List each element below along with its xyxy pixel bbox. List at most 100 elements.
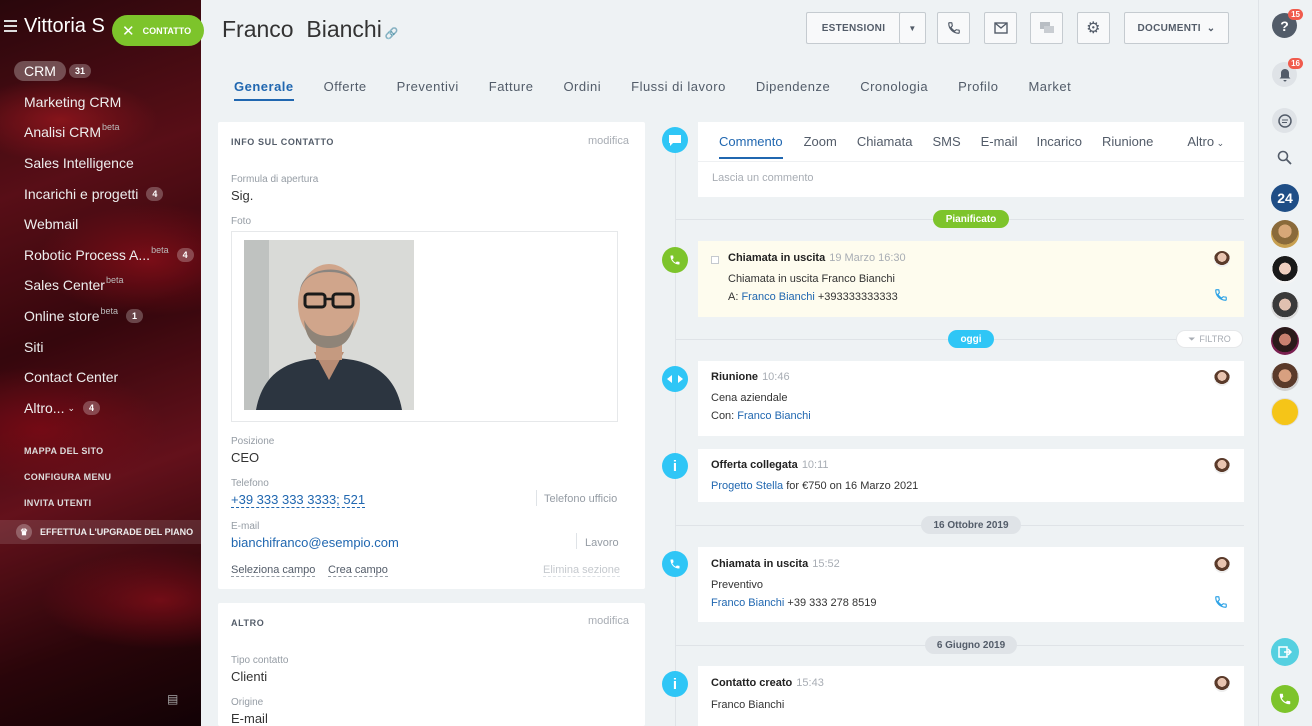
telephony-icon[interactable] (1271, 685, 1299, 713)
planned-call-subject[interactable]: Chiamata in uscita Franco Bianchi (728, 273, 895, 285)
composer-tab-email[interactable]: E-mail (981, 134, 1018, 159)
company-logo-icon[interactable]: 24 (1271, 184, 1299, 212)
contact-photo[interactable] (244, 240, 414, 410)
filter-button[interactable]: ⏷ FILTRO (1176, 330, 1243, 348)
sidebar-item-sales-center[interactable]: Sales Center beta (24, 275, 123, 293)
phone-value[interactable]: +39 333 333 3333; 521 (231, 492, 366, 508)
other-heading: ALTRO (231, 618, 265, 628)
tab-market[interactable]: Market (1028, 79, 1071, 101)
composer-tab-task[interactable]: Incarico (1036, 134, 1082, 159)
contact-created-card (698, 666, 1244, 726)
tab-preventivi[interactable]: Preventivi (397, 79, 459, 101)
comment-icon (662, 127, 688, 153)
portal-title[interactable]: Vittoria S (24, 15, 105, 38)
salutation-label: Formula di apertura (231, 174, 319, 185)
upgrade-plan-button[interactable]: ♛ EFFETTUA L'UPGRADE DEL PIANO (0, 520, 201, 544)
envelope-icon (993, 22, 1008, 34)
composer-tab-call[interactable]: Chiamata (857, 134, 913, 159)
sidebar-item-incarichi[interactable]: Incarichi e progetti 4 (24, 186, 164, 202)
search-icon[interactable] (1277, 150, 1292, 170)
composer-tab-more[interactable]: Altro ⌄ (1187, 134, 1224, 159)
sidebar-item-altro[interactable]: Altro... ⌄ 4 (24, 400, 101, 416)
tab-fatture[interactable]: Fatture (489, 79, 534, 101)
sidebar-item-rpa[interactable]: Robotic Process A... beta 4 (24, 245, 194, 263)
user-avatar[interactable] (1271, 256, 1299, 284)
bell-icon[interactable]: 16 (1272, 58, 1303, 87)
chevron-down-icon: ⌄ (1206, 22, 1216, 34)
tab-cronologia[interactable]: Cronologia (860, 79, 928, 101)
sidebar-item-sales-intelligence[interactable]: Sales Intelligence (24, 155, 134, 171)
meeting-title: Riunione 10:46 (711, 371, 790, 383)
sitemap-link[interactable]: MAPPA DEL SITO (24, 446, 103, 456)
composer-tab-comment[interactable]: Commento (719, 134, 783, 159)
complete-checkbox[interactable] (711, 256, 719, 264)
menu-icon[interactable] (4, 20, 17, 32)
portrait-image (244, 240, 414, 410)
help-icon[interactable]: ? 15 (1272, 9, 1303, 38)
documents-label: DOCUMENTI (1137, 22, 1201, 34)
email-value[interactable]: bianchifranco@esempio.com (231, 535, 399, 550)
sidebar-item-analisi-crm[interactable]: Analisi CRM beta (24, 122, 120, 140)
deal-link[interactable]: Progetto Stella (711, 480, 783, 492)
outgoing-call-subject[interactable]: Preventivo (711, 579, 763, 591)
chat-button[interactable] (1030, 12, 1063, 44)
user-avatar[interactable] (1271, 220, 1299, 248)
tab-ordini[interactable]: Ordini (563, 79, 601, 101)
phone-icon (947, 22, 960, 34)
caret-down-icon: ▼ (908, 23, 917, 33)
divider (676, 339, 1176, 340)
group-avatar[interactable] (1271, 398, 1299, 426)
sidebar-item-webmail[interactable]: Webmail (24, 216, 78, 232)
email-type: Lavoro (585, 537, 619, 549)
gear-icon: ⚙ (1086, 20, 1101, 37)
call-contact-link[interactable]: Franco Bianchi (711, 597, 784, 609)
meeting-contact-link[interactable]: Franco Bianchi (737, 410, 810, 422)
invite-users-link[interactable]: INVITA UTENTI (24, 498, 91, 508)
tab-dipendenze[interactable]: Dipendenze (756, 79, 830, 101)
avatar (1214, 251, 1230, 267)
contact-close-button[interactable]: ✕ CONTATTO (112, 15, 204, 46)
composer-tab-zoom[interactable]: Zoom (804, 134, 837, 159)
tab-generale[interactable]: Generale (234, 79, 294, 101)
edit-contact-info-link[interactable]: modifica (588, 135, 629, 147)
user-avatar[interactable] (1271, 363, 1299, 391)
edit-other-link[interactable]: modifica (588, 615, 629, 627)
printer-icon[interactable]: ▤ (167, 692, 179, 706)
sidebar-item-siti[interactable]: Siti (24, 339, 43, 355)
composer-tab-meeting[interactable]: Riunione (1102, 134, 1153, 159)
configure-menu-link[interactable]: CONFIGURA MENU (24, 472, 111, 482)
sidebar-item-contact-center[interactable]: Contact Center (24, 369, 118, 385)
chat-list-icon[interactable] (1272, 108, 1297, 133)
tab-profilo[interactable]: Profilo (958, 79, 998, 101)
extensions-dropdown[interactable]: ▼ (899, 12, 926, 44)
contact-name: Franco Bianchi (222, 16, 382, 42)
comment-input[interactable]: Lascia un commento (712, 172, 814, 184)
call-phone-icon[interactable] (1214, 288, 1228, 305)
sidebar-item-online-store[interactable]: Online store beta 1 (24, 306, 144, 324)
filter-label: FILTRO (1199, 334, 1231, 344)
meeting-subject[interactable]: Cena aziendale (711, 392, 787, 404)
delete-section-link[interactable]: Elimina sezione (543, 564, 621, 577)
link-icon[interactable]: 🔗 (385, 28, 399, 40)
create-field-link[interactable]: Crea campo (328, 564, 388, 577)
email-button[interactable] (984, 12, 1017, 44)
crown-icon: ♛ (16, 524, 32, 540)
settings-button[interactable]: ⚙ (1077, 12, 1110, 44)
user-avatar[interactable] (1271, 292, 1299, 320)
call-phone-icon[interactable] (1214, 595, 1228, 612)
exit-icon[interactable] (1271, 638, 1299, 666)
call-button[interactable] (937, 12, 970, 44)
contact-created-name: Franco Bianchi (711, 699, 785, 711)
recipient-link[interactable]: Franco Bianchi (741, 291, 814, 303)
documents-button[interactable]: DOCUMENTI ⌄ (1124, 12, 1229, 44)
user-avatar[interactable] (1271, 327, 1299, 355)
salutation-value: Sig. (231, 188, 254, 203)
select-field-link[interactable]: Seleziona campo (231, 564, 316, 577)
extensions-button[interactable]: ESTENSIONI (806, 12, 900, 44)
contact-type-label: Tipo contatto (231, 655, 289, 666)
sidebar-item-marketing-crm[interactable]: Marketing CRM (24, 94, 121, 110)
tab-flussi[interactable]: Flussi di lavoro (631, 79, 726, 101)
tab-offerte[interactable]: Offerte (324, 79, 367, 101)
sidebar-item-crm[interactable]: CRM (14, 61, 66, 81)
composer-tab-sms[interactable]: SMS (932, 134, 960, 159)
